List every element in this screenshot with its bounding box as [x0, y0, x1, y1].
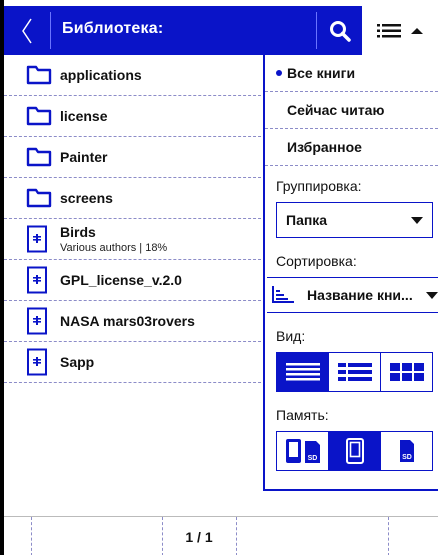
footer-divider	[388, 517, 389, 555]
page-title: Библиотека:	[62, 20, 164, 37]
book-info: Birds Various authors | 18%	[60, 224, 167, 254]
book-icon	[26, 348, 52, 376]
list-item-book[interactable]: NASA mars03rovers	[4, 301, 266, 342]
list-item-folder[interactable]: license	[4, 96, 266, 137]
list-item-book[interactable]: Sapp	[4, 342, 266, 383]
footer-divider	[31, 517, 32, 555]
book-meta: Various authors | 18%	[60, 242, 168, 254]
list-item-folder[interactable]: Painter	[4, 137, 266, 178]
memory-all-option[interactable]: SD	[277, 432, 329, 470]
list-menu-icon	[377, 23, 401, 37]
header-bar: Библиотека:	[4, 6, 438, 55]
view-mode-switch	[276, 352, 433, 392]
book-icon	[26, 225, 52, 253]
list-item-label: NASA mars03rovers	[60, 313, 195, 329]
screen: Библиотека: applications license Painter…	[4, 0, 438, 555]
caret-down-icon	[411, 217, 423, 224]
caret-down-icon	[426, 292, 438, 299]
folder-icon	[26, 188, 52, 208]
sd-card-label: SD	[307, 455, 317, 462]
footer-divider	[236, 517, 237, 555]
filter-all-books[interactable]: Все книги	[265, 55, 438, 92]
folder-icon	[26, 106, 52, 126]
sd-card-icon: SD	[399, 440, 414, 462]
header-separator	[50, 12, 51, 49]
back-button[interactable]	[4, 6, 50, 55]
grid-view-icon	[389, 363, 424, 381]
list-item-book[interactable]: GPL_license_v.2.0	[4, 260, 266, 301]
list-item-label: GPL_license_v.2.0	[60, 272, 182, 288]
list-view-icon	[285, 363, 320, 381]
memory-device-option[interactable]	[329, 432, 381, 470]
view-menu-button[interactable]	[362, 6, 438, 55]
header-blue-area	[4, 6, 362, 55]
memory-sd-option[interactable]: SD	[381, 432, 432, 470]
sd-card-label: SD	[402, 454, 412, 461]
folder-icon	[26, 65, 52, 85]
view-list-option[interactable]	[277, 353, 329, 391]
view-detail-option[interactable]	[329, 353, 381, 391]
page-indicator[interactable]: 1 / 1	[162, 517, 236, 555]
list-item-label: applications	[60, 67, 142, 83]
library-list: applications license Painter screens Bir…	[4, 55, 266, 383]
list-item-label: Sapp	[60, 354, 95, 370]
sorting-select[interactable]: Название кни...	[267, 277, 438, 313]
view-label: Вид:	[276, 328, 306, 344]
list-item-folder[interactable]: applications	[4, 55, 266, 96]
list-item-label: Birds	[60, 224, 96, 240]
device-icon	[345, 438, 364, 464]
grouping-label: Группировка:	[276, 178, 362, 194]
book-icon	[26, 307, 52, 335]
book-icon	[26, 266, 52, 294]
list-item-label: license	[60, 108, 108, 124]
sort-order-icon[interactable]	[271, 285, 295, 305]
filter-reading-now[interactable]: Сейчас читаю	[265, 92, 438, 129]
grouping-value: Папка	[286, 212, 328, 228]
sorting-label: Сортировка:	[276, 253, 357, 269]
view-options-panel: Все книги Сейчас читаю Избранное Группир…	[263, 55, 438, 491]
memory-switch: SD SD	[276, 431, 433, 471]
device-and-sd-icon: SD	[285, 439, 320, 463]
sorting-value: Название кни...	[307, 287, 413, 303]
search-icon	[329, 20, 351, 42]
search-button[interactable]	[317, 6, 362, 55]
pagination-bar: 1 / 1	[4, 516, 438, 555]
grouping-select[interactable]: Папка	[276, 202, 433, 238]
detail-view-icon	[337, 363, 372, 381]
chevron-left-icon	[22, 18, 32, 43]
memory-label: Память:	[276, 407, 329, 423]
list-item-label: screens	[60, 190, 113, 206]
view-grid-option[interactable]	[381, 353, 432, 391]
list-item-folder[interactable]: screens	[4, 178, 266, 219]
caret-up-icon	[411, 27, 423, 34]
list-item-label: Painter	[60, 149, 108, 165]
filter-favorites[interactable]: Избранное	[265, 129, 438, 166]
folder-icon	[26, 147, 52, 167]
list-item-book[interactable]: Birds Various authors | 18%	[4, 219, 266, 260]
